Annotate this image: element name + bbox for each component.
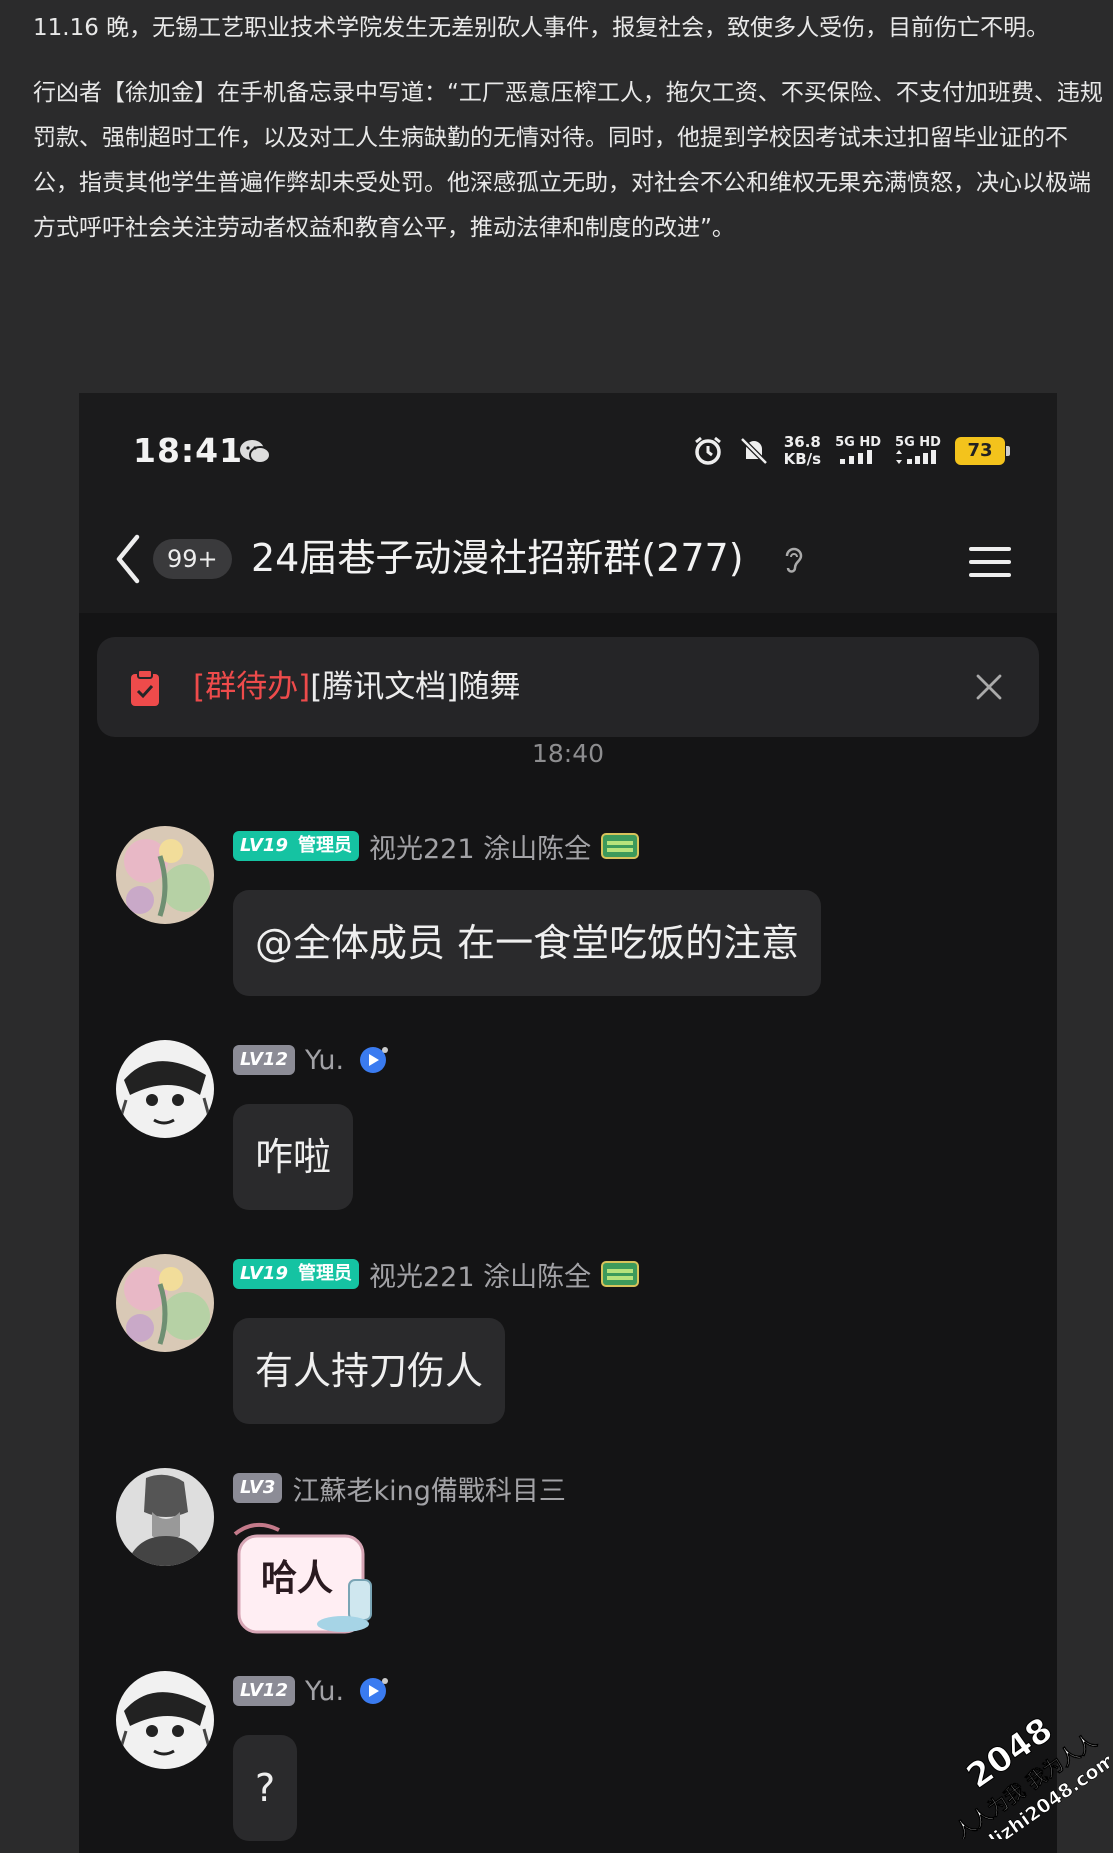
todo-item: [腾讯文档]随舞: [310, 669, 521, 705]
clipboard-icon: [131, 669, 159, 706]
group-title: 24届巷子动漫社招新群(277): [251, 536, 744, 580]
sender-name[interactable]: Yu.: [305, 1676, 344, 1707]
avatar[interactable]: [116, 1671, 214, 1769]
signal-bars-icon: [896, 449, 936, 464]
message-bubble[interactable]: @全体成员 在一食堂吃饭的注意: [233, 890, 822, 996]
status-time: 18:41: [133, 431, 244, 470]
status-bar: 18:41 36.8 KB/s 5G HD 5G HD 73: [79, 393, 1057, 503]
net-speed-value: 36.8: [783, 433, 821, 451]
badge-icon: [601, 1261, 640, 1287]
todo-text: [群待办][腾讯文档]随舞: [193, 663, 520, 711]
site-watermark: 2048 人人为我 我为人人 dizhi2048.com: [950, 1709, 1109, 1839]
alarm-icon: [694, 436, 721, 465]
article-paragraph-1: 11.16 晚，无锡工艺职业技术学院发生无差别砍人事件，报复社会，致使多人受伤，…: [33, 15, 1050, 41]
group-todo-bar[interactable]: [群待办][腾讯文档]随舞: [97, 637, 1039, 737]
level-text: LV19: [240, 1263, 288, 1284]
sender-name[interactable]: 视光221 涂山陈全: [369, 827, 591, 866]
message-meta: LV19 管理员 视光221 涂山陈全: [233, 1254, 640, 1294]
message-item: LV12 Yu. 咋啦: [79, 1040, 1057, 1220]
level-badge: LV19 管理员: [233, 1259, 359, 1289]
chat-timestamp: 18:40: [531, 739, 605, 768]
net-speed-unit: KB/s: [783, 450, 822, 468]
message-meta: LV19 管理员 视光221 涂山陈全: [233, 826, 640, 866]
level-badge: LV12: [233, 1045, 295, 1075]
level-badge: LV3: [233, 1473, 283, 1503]
level-badge: LV12: [233, 1676, 295, 1706]
avatar[interactable]: [116, 826, 214, 924]
sender-name[interactable]: 视光221 涂山陈全: [369, 1255, 591, 1294]
message-item: LV19 管理员 视光221 涂山陈全 有人持刀伤人: [79, 1254, 1057, 1434]
battery-indicator: 73: [955, 437, 1010, 465]
message-bubble[interactable]: ?: [233, 1735, 298, 1841]
sender-name[interactable]: 江蘇老king備戰科目三: [292, 1469, 565, 1508]
play-icon: [360, 1678, 389, 1704]
article: 11.16 晚，无锡工艺职业技术学院发生无差别砍人事件，报复社会，致使多人受伤，…: [33, 6, 1103, 271]
message-meta: LV12 Yu.: [233, 1040, 392, 1080]
signal-1: 5G HD: [835, 435, 881, 468]
avatar[interactable]: [116, 1254, 214, 1352]
chat-header: 99+ 24届巷子动漫社招新群(277): [79, 503, 1057, 613]
message-item: LV3 江蘇老king備戰科目三 哈人: [79, 1468, 1057, 1648]
net-speed: 36.8 KB/s: [784, 434, 821, 468]
signal-2-label: 5G HD: [895, 434, 941, 450]
sticker[interactable]: 哈人: [231, 1520, 379, 1640]
ear-icon: [785, 547, 803, 573]
sender-name[interactable]: Yu.: [305, 1045, 344, 1076]
level-text: LV19: [240, 835, 288, 856]
avatar[interactable]: [116, 1040, 214, 1138]
message-bubble[interactable]: 咋啦: [233, 1104, 354, 1210]
unread-count-badge[interactable]: 99+: [153, 539, 232, 579]
message-item: LV19 管理员 视光221 涂山陈全 @全体成员 在一食堂吃饭的注意: [79, 826, 1057, 1006]
close-icon[interactable]: [975, 673, 1003, 701]
phone-screenshot: 18:41 36.8 KB/s 5G HD 5G HD 73 99+ 24届巷子…: [79, 393, 1057, 1853]
level-badge: LV19 管理员: [233, 831, 359, 861]
role-text: 管理员: [297, 1263, 352, 1284]
avatar[interactable]: [116, 1468, 214, 1566]
status-icons: 36.8 KB/s 5G HD 5G HD 73: [692, 429, 1010, 473]
badge-icon: [601, 833, 640, 859]
back-icon[interactable]: [113, 533, 143, 585]
message-item: LV12 Yu. ?: [79, 1671, 1057, 1851]
todo-tag: [群待办]: [193, 669, 311, 705]
play-icon: [360, 1047, 389, 1073]
sticker-text: 哈人: [261, 1558, 334, 1599]
message-bubble[interactable]: 有人持刀伤人: [233, 1318, 506, 1424]
menu-icon[interactable]: [969, 545, 1011, 579]
signal-1-label: 5G HD: [835, 434, 881, 450]
mute-icon: [739, 437, 768, 465]
message-meta: LV3 江蘇老king備戰科目三: [233, 1468, 566, 1508]
article-paragraph-2: 行凶者【徐加金】在手机备忘录中写道：“工厂恶意压榨工人，拖欠工资、不买保险、不支…: [33, 80, 1103, 241]
signal-2: 5G HD: [895, 435, 941, 468]
message-meta: LV12 Yu.: [233, 1671, 392, 1711]
role-text: 管理员: [297, 835, 352, 856]
wechat-icon: [240, 440, 271, 464]
signal-bars-icon: [840, 449, 873, 464]
